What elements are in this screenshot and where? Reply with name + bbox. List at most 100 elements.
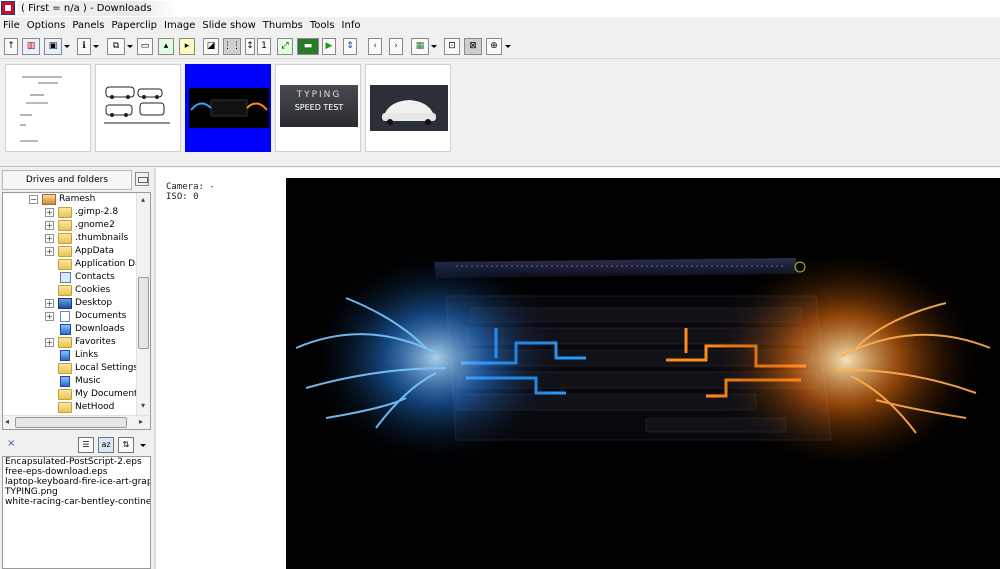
tree-item-ramesh[interactable]: − Ramesh <box>3 193 137 206</box>
zoom-actual-icon[interactable]: ⊠ <box>464 38 482 55</box>
split-icon[interactable]: ↕ <box>245 38 255 55</box>
thumbnail[interactable] <box>95 64 181 152</box>
play-icon[interactable]: ▶ <box>322 38 336 55</box>
one-to-one-icon[interactable]: 1 <box>257 38 271 55</box>
expand-icon[interactable]: + <box>45 312 54 321</box>
expand-icon[interactable]: + <box>45 221 54 230</box>
tree-item-appdata[interactable]: + AppData <box>3 245 137 258</box>
main-image[interactable] <box>286 178 1000 569</box>
list-item[interactable]: laptop-keyboard-fire-ice-art-graphic-wi <box>3 477 150 487</box>
sort-az-icon[interactable]: az <box>98 437 114 453</box>
next-icon[interactable]: › <box>389 38 403 55</box>
typing-thumbnail-title: TYPING <box>296 90 342 100</box>
tree-item-nethood[interactable]: NetHood <box>3 401 137 414</box>
settings-icon[interactable]: ▦ <box>411 38 429 55</box>
tree-item-gnome2[interactable]: + .gnome2 <box>3 219 137 232</box>
tree-item-application-data[interactable]: Application Data <box>3 258 150 271</box>
drives-folders-header[interactable]: Drives and folders <box>2 170 132 190</box>
menu-image[interactable]: Image <box>161 17 199 34</box>
list-item[interactable]: free-eps-download.eps <box>3 467 150 477</box>
copy-icon[interactable]: ⧉ <box>107 38 125 55</box>
list-item[interactable]: white-racing-car-bentley-continental-gt <box>3 497 150 507</box>
grid-icon[interactable]: ⋮⋮ <box>223 38 241 55</box>
tree-item-contacts[interactable]: Contacts <box>3 271 137 284</box>
tree-item-gimp[interactable]: + .gimp-2.8 <box>3 206 137 219</box>
tree-item-downloads[interactable]: Downloads <box>3 323 137 336</box>
tree-item-thumbnails[interactable]: + .thumbnails <box>3 232 137 245</box>
expand-icon[interactable]: + <box>45 208 54 217</box>
sort-updown-icon[interactable]: ⇕ <box>343 38 357 55</box>
close-icon[interactable]: × <box>7 438 15 449</box>
menu-slide-show[interactable]: Slide show <box>199 17 259 34</box>
menu-options[interactable]: Options <box>24 17 70 34</box>
fit-icon[interactable]: ⤢ <box>277 38 293 55</box>
file-list[interactable]: Encapsulated-PostScript-2.eps free-eps-d… <box>2 456 151 569</box>
slideshow-icon[interactable]: ▸ <box>179 38 195 55</box>
tree-item-documents[interactable]: + Documents <box>3 310 137 323</box>
page-icon[interactable]: ▭ <box>137 38 153 55</box>
app-icon[interactable] <box>1 1 15 15</box>
list-view-icon[interactable]: ☰ <box>78 437 94 453</box>
image-view[interactable]: Camera: - ISO: 0 <box>156 168 1000 569</box>
settings-dropdown-icon[interactable] <box>431 45 437 48</box>
panel-toggle-button[interactable] <box>135 172 149 186</box>
expand-icon[interactable]: + <box>45 299 54 308</box>
info-icon[interactable]: ℹ <box>77 38 91 55</box>
tree-item-links[interactable]: Links <box>3 349 137 362</box>
folder-tree[interactable]: − Ramesh + .gimp-2.8 + .gnome2 + .thumbn… <box>2 192 151 430</box>
sort-dropdown-icon[interactable] <box>140 444 146 447</box>
export-icon[interactable]: ▴ <box>158 38 174 55</box>
toolbar: ↑ ▥ ▣ ℹ ⧉ ▭ ▴ ▸ ◪ ⋮⋮ ↕ 1 ⤢ ▬ ▶ ⇕ ‹ › ▦ ⊡… <box>0 35 1000 59</box>
tree-horizontal-scrollbar[interactable]: ◂ ▸ <box>3 415 150 429</box>
tree-vertical-scrollbar[interactable]: ▴ ▾ <box>136 193 150 415</box>
info-dropdown-icon[interactable] <box>93 45 99 48</box>
tree-item-music[interactable]: Music <box>3 375 137 388</box>
browse-icon[interactable]: ▥ <box>22 38 40 55</box>
zoom-dropdown-icon[interactable] <box>505 45 511 48</box>
collapse-icon[interactable]: − <box>29 195 38 204</box>
image-dropdown-icon[interactable] <box>64 45 70 48</box>
zoom-fit-icon[interactable]: ⊡ <box>444 38 460 55</box>
tree-item-label: Documents <box>75 311 127 321</box>
menu-info[interactable]: Info <box>339 17 365 34</box>
contacts-icon <box>60 272 71 283</box>
user-folder-icon <box>42 194 56 205</box>
menu-tools[interactable]: Tools <box>307 17 339 34</box>
scroll-down-icon[interactable]: ▾ <box>141 401 145 411</box>
thumbnail[interactable]: TYPING SPEED TEST <box>275 64 361 152</box>
list-item[interactable]: Encapsulated-PostScript-2.eps <box>3 457 150 467</box>
folder-icon <box>58 402 72 413</box>
prev-icon[interactable]: ‹ <box>368 38 382 55</box>
tree-item-cookies[interactable]: Cookies <box>3 284 137 297</box>
menu-thumbs[interactable]: Thumbs <box>260 17 307 34</box>
tree-item-favorites[interactable]: + Favorites <box>3 336 137 349</box>
favorites-icon <box>58 337 72 348</box>
fullscreen-icon[interactable]: ◪ <box>203 38 219 55</box>
tree-item-my-documents[interactable]: My Documents <box>3 388 142 401</box>
scroll-up-icon[interactable]: ▴ <box>141 195 145 205</box>
expand-icon[interactable]: + <box>45 247 54 256</box>
thumbnail-selected[interactable] <box>185 64 271 152</box>
scrollbar-thumb[interactable] <box>138 277 149 349</box>
expand-icon[interactable]: + <box>45 234 54 243</box>
list-item[interactable]: TYPING.png <box>3 487 150 497</box>
image-icon[interactable]: ▣ <box>44 38 62 55</box>
menu-paperclip[interactable]: Paperclip <box>109 17 162 34</box>
typing-thumbnail-image: TYPING SPEED TEST <box>280 85 358 127</box>
expand-icon[interactable]: + <box>45 338 54 347</box>
up-arrow-icon[interactable]: ↑ <box>4 38 18 55</box>
menu-file[interactable]: File <box>0 17 24 34</box>
zoom-icon[interactable]: ⊕ <box>486 38 502 55</box>
thumbnail[interactable] <box>365 64 451 152</box>
scroll-left-icon[interactable]: ◂ <box>5 417 9 427</box>
tree-item-local-settings[interactable]: Local Settings <box>3 362 138 375</box>
scroll-right-icon[interactable]: ▸ <box>139 417 143 427</box>
equation-thumbnail-image <box>20 76 62 142</box>
copy-dropdown-icon[interactable] <box>127 45 133 48</box>
menu-panels[interactable]: Panels <box>69 17 108 34</box>
thumbnail[interactable] <box>5 64 91 152</box>
sort-order-icon[interactable]: ⇅ <box>118 437 134 453</box>
scrollbar-thumb[interactable] <box>15 417 127 428</box>
filmstrip-icon[interactable]: ▬ <box>297 38 319 55</box>
tree-item-desktop[interactable]: + Desktop <box>3 297 137 310</box>
